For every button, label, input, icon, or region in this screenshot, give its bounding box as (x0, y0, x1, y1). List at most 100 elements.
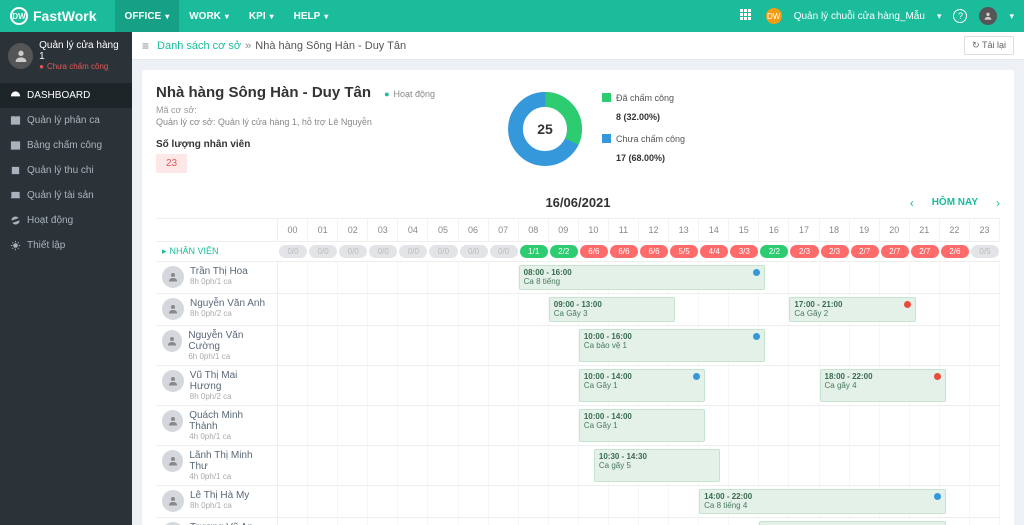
employee-name[interactable]: Nguyễn Văn Cường (188, 330, 271, 352)
hour-pill: 2/2 (760, 245, 788, 258)
money-icon (10, 165, 21, 176)
hour-header: 11 (609, 219, 639, 241)
sidebar-item-calendar[interactable]: Quản lý phân ca (0, 108, 132, 133)
hour-header: 23 (970, 219, 1000, 241)
sidebar-item-gear[interactable]: Thiết lập (0, 233, 132, 258)
profile-icon[interactable] (979, 7, 997, 25)
employee-row: Trương Vũ An6h 0ph/1 ca16:00 - 22:00Ca b… (156, 518, 1000, 525)
person-icon (162, 410, 183, 432)
reload-button[interactable]: ↻ Tải lại (964, 36, 1014, 55)
shift-block[interactable]: 10:00 - 14:00Ca Gãy 1 (579, 369, 705, 402)
topnav-kpi[interactable]: KPI (239, 0, 284, 32)
hour-header: 00 (278, 219, 308, 241)
topnav-office[interactable]: OFFICE (115, 0, 180, 32)
legend-square-icon (602, 93, 611, 102)
gear-icon (10, 240, 21, 251)
breadcrumb-link[interactable]: Danh sách cơ sở (157, 40, 241, 52)
employee-name[interactable]: Lê Thị Hà My (190, 490, 249, 501)
shift-block[interactable]: 10:00 - 16:00Ca bảo vệ 1 (579, 329, 766, 362)
apps-icon[interactable] (740, 9, 754, 23)
employee-hours: 8h 0ph/2 ca (190, 309, 265, 318)
hour-header: 15 (729, 219, 759, 241)
table-icon (10, 140, 21, 151)
employee-row: Lê Thị Hà My8h 0ph/1 ca14:00 - 22:00Ca 8… (156, 486, 1000, 518)
sidebar-item-laptop[interactable]: Quản lý tài sản (0, 183, 132, 208)
menu-icon[interactable]: ≡ (142, 39, 149, 53)
chevron-down-icon[interactable]: ▾ (1009, 11, 1014, 22)
hour-header: 14 (699, 219, 729, 241)
employee-row: Quách Minh Thành4h 0ph/1 ca10:00 - 14:00… (156, 406, 1000, 446)
help-icon[interactable]: ? (953, 9, 967, 23)
hour-pill: 0/5 (971, 245, 999, 258)
person-icon (162, 330, 182, 352)
emp-count: 23 (156, 154, 187, 173)
shift-block[interactable]: 08:00 - 16:00Ca 8 tiếng (519, 265, 766, 290)
app-name: FastWork (33, 8, 97, 24)
hour-header: 12 (639, 219, 669, 241)
hour-pill: 6/6 (610, 245, 638, 258)
hour-pill: 2/2 (550, 245, 578, 258)
hour-header: 10 (579, 219, 609, 241)
hour-header: 02 (338, 219, 368, 241)
hour-pill: 6/6 (580, 245, 608, 258)
employee-section-label[interactable]: NHÂN VIÊN (156, 242, 278, 261)
avatar-icon[interactable]: DW (766, 8, 782, 24)
hour-pill: 2/7 (851, 245, 879, 258)
hour-pill: 0/0 (309, 245, 337, 258)
shift-block[interactable]: 10:00 - 14:00Ca Gãy 1 (579, 409, 705, 442)
sidebar-user-status: Chưa chấm công (39, 62, 124, 71)
hour-header: 09 (549, 219, 579, 241)
laptop-icon (10, 190, 21, 201)
employee-hours: 8h 0ph/2 ca (190, 392, 271, 401)
prev-day-button[interactable]: ‹ (910, 196, 914, 210)
hour-pill: 2/3 (790, 245, 818, 258)
status-dot-icon (934, 493, 941, 500)
hour-header: 21 (910, 219, 940, 241)
chevron-down-icon[interactable]: ▾ (937, 11, 942, 22)
store-status: Hoạt động (384, 89, 435, 99)
sidebar-item-money[interactable]: Quản lý thu chi (0, 158, 132, 183)
shift-block[interactable]: 16:00 - 22:00Ca bảo vệ 2 (759, 521, 946, 525)
donut-chart: 25 (506, 90, 584, 168)
hour-pill: 0/0 (429, 245, 457, 258)
user-avatar-icon[interactable] (8, 43, 33, 69)
employee-name[interactable]: Lãnh Thị Minh Thư (189, 450, 271, 472)
shift-block[interactable]: 18:00 - 22:00Ca gãy 4 (820, 369, 946, 402)
shift-block[interactable]: 10:30 - 14:30Ca gãy 5 (594, 449, 720, 482)
store-code-label: Mã cơ sở: (156, 105, 476, 115)
hour-pill: 0/0 (460, 245, 488, 258)
breadcrumb: ≡ Danh sách cơ sở » Nhà hàng Sông Hàn - … (132, 32, 1024, 60)
breadcrumb-current: Nhà hàng Sông Hàn - Duy Tân (255, 40, 406, 52)
hour-header: 03 (368, 219, 398, 241)
next-day-button[interactable]: › (996, 196, 1000, 210)
hour-header: 01 (308, 219, 338, 241)
shift-block[interactable]: 17:00 - 21:00Ca Gãy 2 (789, 297, 915, 322)
emp-count-label: Số lượng nhân viên (156, 139, 476, 150)
employee-name[interactable]: Quách Minh Thành (189, 410, 271, 432)
employee-name[interactable]: Nguyễn Văn Anh (190, 298, 265, 309)
hour-pill: 0/0 (339, 245, 367, 258)
hour-pill: 5/5 (670, 245, 698, 258)
sidebar-item-table[interactable]: Bảng chấm công (0, 133, 132, 158)
hour-pill: 4/4 (700, 245, 728, 258)
shift-block[interactable]: 14:00 - 22:00Ca 8 tiếng 4 (699, 489, 946, 514)
employee-row: Nguyễn Văn Anh8h 0ph/2 ca 09:00 - 13:00Ca… (156, 294, 1000, 326)
hour-pill: 2/6 (941, 245, 969, 258)
sidebar-item-gauge[interactable]: DASHBOARD (0, 83, 132, 108)
person-icon (162, 266, 184, 288)
hour-header: 19 (850, 219, 880, 241)
refresh-icon (10, 215, 21, 226)
employee-name[interactable]: Trần Thị Hoa (190, 266, 248, 277)
employee-name[interactable]: Vũ Thị Mai Hương (190, 370, 271, 392)
account-label[interactable]: Quản lý chuỗi cửa hàng_Mẫu (794, 11, 925, 22)
topnav-work[interactable]: WORK (179, 0, 239, 32)
sidebar-item-refresh[interactable]: Hoạt động (0, 208, 132, 233)
breadcrumb-sep: » (245, 40, 251, 52)
today-button[interactable]: HÔM NAY (932, 197, 978, 208)
topnav-help[interactable]: HELP (284, 0, 339, 32)
employee-hours: 4h 0ph/1 ca (189, 472, 271, 481)
hour-header: 22 (940, 219, 970, 241)
app-logo[interactable]: DW FastWork (10, 7, 97, 25)
hour-pill: 2/3 (821, 245, 849, 258)
shift-block[interactable]: 09:00 - 13:00Ca Gãy 3 (549, 297, 675, 322)
